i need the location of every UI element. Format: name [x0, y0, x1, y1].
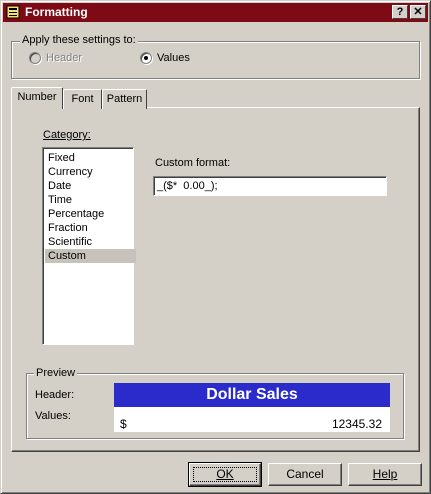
list-item[interactable]: Scientific	[45, 235, 136, 249]
question-icon: ?	[396, 6, 404, 18]
tab-pattern[interactable]: Pattern	[102, 89, 147, 109]
tab-number[interactable]: Number	[11, 87, 63, 109]
list-item[interactable]: Date	[45, 179, 136, 193]
title-bar[interactable]: Formatting ? ✕	[3, 3, 428, 22]
preview-header-cell: Dollar Sales	[114, 383, 390, 407]
custom-format-input[interactable]: _($* 0.00_);	[153, 176, 387, 196]
radio-dot-icon	[144, 56, 148, 60]
category-label: Category:	[43, 129, 91, 141]
preview-header-label: Header:	[35, 389, 75, 401]
tab-pattern-label: Pattern	[106, 93, 143, 105]
focus-rect	[193, 467, 257, 482]
app-icon	[6, 5, 20, 19]
preview-label: Preview	[34, 367, 78, 379]
preview-header-text: Dollar Sales	[206, 386, 298, 403]
list-item[interactable]: Time	[45, 193, 136, 207]
window-title: Formatting	[25, 5, 88, 19]
help-button[interactable]: Help	[348, 463, 422, 486]
help-title-button[interactable]: ?	[392, 5, 408, 19]
list-item[interactable]: Currency	[45, 165, 136, 179]
list-item[interactable]: Fixed	[45, 151, 136, 165]
close-button[interactable]: ✕	[410, 5, 426, 19]
tab-font-label: Font	[71, 93, 94, 105]
cancel-label: Cancel	[286, 467, 324, 481]
formatting-dialog: Formatting ? ✕ Apply these settings to: …	[0, 0, 431, 494]
preview-currency-symbol: $	[120, 417, 127, 431]
header-radio-label: Header	[46, 52, 83, 64]
close-icon: ✕	[413, 6, 423, 18]
custom-format-value: _($* 0.00_);	[157, 180, 218, 192]
list-item[interactable]: Percentage	[45, 207, 136, 221]
list-item[interactable]: Fraction	[45, 221, 136, 235]
values-radio-label: Values	[157, 52, 190, 64]
ok-button[interactable]: OK	[188, 462, 262, 487]
apply-settings-label: Apply these settings to:	[20, 34, 138, 46]
list-item-selected[interactable]: Custom	[45, 249, 136, 263]
preview-values-label: Values:	[35, 410, 71, 422]
help-label: Help	[372, 467, 398, 481]
preview-value-number: 12345.32	[331, 417, 382, 431]
values-radio[interactable]	[140, 52, 152, 64]
tab-font[interactable]: Font	[63, 89, 102, 109]
header-radio[interactable]	[29, 52, 41, 64]
tab-number-label: Number	[17, 91, 57, 103]
preview-value-cell: $ 12345.32	[114, 407, 390, 432]
custom-format-label: Custom format:	[155, 157, 231, 169]
category-list[interactable]: Fixed Currency Date Time Percentage Frac…	[42, 147, 136, 345]
cancel-button[interactable]: Cancel	[268, 463, 342, 486]
